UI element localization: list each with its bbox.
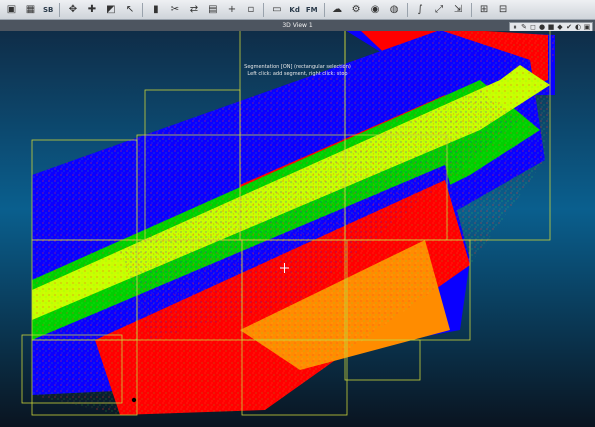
- color-wheel-icon[interactable]: ◉: [367, 1, 384, 18]
- cursor-icon[interactable]: ↖: [121, 1, 138, 18]
- file-icon[interactable]: ▭: [268, 1, 285, 18]
- toolbar-separator: [470, 2, 472, 17]
- main-toolbar: ▣ ▦ SB ✥ ✚ ◩ ↖ ▮ ✂ ⇄ ▤ + ▫ ▭ Kd FM ☁ ⚙ ◉ ◍ ∫ ⤢ ⇲ ⊞ ⊟: [0, 0, 595, 20]
- sample-icon[interactable]: ⊟: [495, 1, 512, 18]
- bar-chart-icon[interactable]: ▮: [147, 1, 164, 18]
- plus-icon[interactable]: +: [223, 1, 240, 18]
- 3d-viewport[interactable]: Segmentation [ON] (rectangular selection…: [0, 31, 595, 427]
- scale-icon[interactable]: ⊞: [476, 1, 493, 18]
- toolbar-separator: [263, 2, 265, 17]
- scissors-icon[interactable]: ✂: [166, 1, 183, 18]
- gear-icon[interactable]: ⚙: [348, 1, 365, 18]
- open-folder-icon[interactable]: ▣: [3, 1, 20, 18]
- point-cloud-render[interactable]: [0, 31, 595, 427]
- vector-icon[interactable]: ⤢: [431, 1, 448, 18]
- translate-icon[interactable]: ✥: [64, 1, 81, 18]
- view-title-bar: 3D View 1: [0, 20, 595, 31]
- box-icon[interactable]: ▫: [242, 1, 259, 18]
- checker-icon[interactable]: ▦: [22, 1, 39, 18]
- curve-icon[interactable]: ∫: [412, 1, 429, 18]
- toolbar-separator: [406, 2, 408, 17]
- sf-icon[interactable]: SB: [41, 1, 55, 18]
- segmentation-hint-line2: Left click: add segment, right click: st…: [247, 71, 348, 77]
- grid-icon[interactable]: ▤: [204, 1, 221, 18]
- segment-icon[interactable]: ◩: [102, 1, 119, 18]
- toolbar-separator: [59, 2, 61, 17]
- segmentation-hint-line1: Segmentation [ON] (rectangular selection…: [244, 64, 351, 70]
- point-pick-icon[interactable]: ✚: [83, 1, 100, 18]
- fm-icon[interactable]: FM: [304, 1, 320, 18]
- pivot-marker: [131, 397, 137, 403]
- cloud-icon[interactable]: ☁: [329, 1, 346, 18]
- globe-icon[interactable]: ◍: [386, 1, 403, 18]
- toolbar-separator: [142, 2, 144, 17]
- kd-icon[interactable]: Kd: [287, 1, 301, 18]
- segmentation-hint: Segmentation [ON] (rectangular selection…: [0, 64, 595, 78]
- merge-icon[interactable]: ⇄: [185, 1, 202, 18]
- export-icon[interactable]: ⇲: [450, 1, 467, 18]
- toolbar-separator: [323, 2, 325, 17]
- view-title: 3D View 1: [282, 22, 313, 29]
